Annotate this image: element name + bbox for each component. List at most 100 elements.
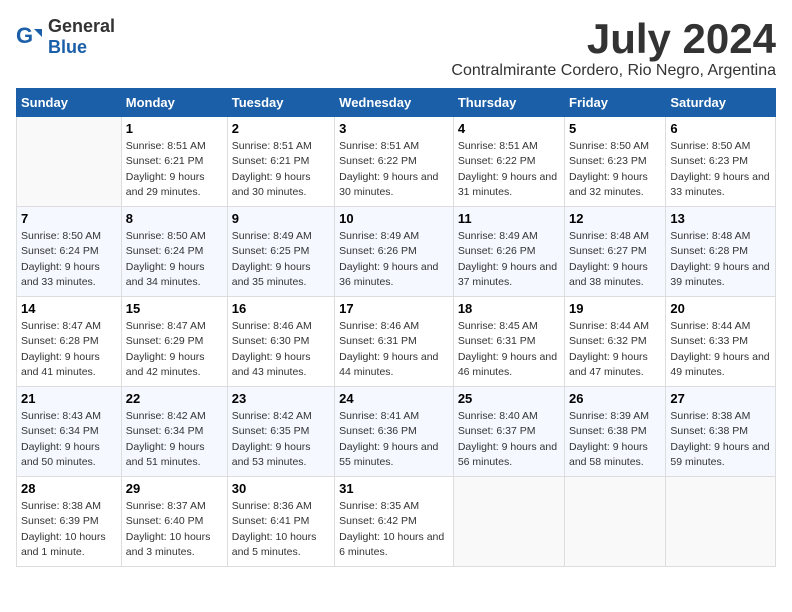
day-number: 14 [21, 301, 117, 316]
day-info: Sunrise: 8:50 AMSunset: 6:24 PMDaylight:… [21, 229, 117, 290]
day-number: 1 [126, 121, 223, 136]
day-info: Sunrise: 8:44 AMSunset: 6:33 PMDaylight:… [670, 319, 771, 380]
day-info: Sunrise: 8:37 AMSunset: 6:40 PMDaylight:… [126, 499, 223, 560]
title-area: July 2024 Contralmirante Cordero, Rio Ne… [451, 16, 776, 80]
logo-icon: G [16, 23, 44, 51]
day-info: Sunrise: 8:48 AMSunset: 6:27 PMDaylight:… [569, 229, 661, 290]
calendar-cell: 13Sunrise: 8:48 AMSunset: 6:28 PMDayligh… [666, 207, 776, 297]
day-info: Sunrise: 8:42 AMSunset: 6:35 PMDaylight:… [232, 409, 330, 470]
calendar-cell: 31Sunrise: 8:35 AMSunset: 6:42 PMDayligh… [335, 477, 454, 567]
calendar-cell: 12Sunrise: 8:48 AMSunset: 6:27 PMDayligh… [565, 207, 666, 297]
day-info: Sunrise: 8:47 AMSunset: 6:28 PMDaylight:… [21, 319, 117, 380]
day-number: 21 [21, 391, 117, 406]
calendar-cell: 19 Sunrise: 8:44 AMSunset: 6:32 PMDayligh… [565, 297, 666, 387]
calendar-cell: 16Sunrise: 8:46 AMSunset: 6:30 PMDayligh… [227, 297, 334, 387]
day-info: Sunrise: 8:46 AMSunset: 6:31 PMDaylight:… [339, 319, 449, 380]
calendar-table: SundayMondayTuesdayWednesdayThursdayFrid… [16, 88, 776, 567]
day-number: 29 [126, 481, 223, 496]
day-number: 25 [458, 391, 560, 406]
logo-blue: Blue [48, 37, 87, 57]
day-number: 31 [339, 481, 449, 496]
day-info: Sunrise: 8:47 AMSunset: 6:29 PMDaylight:… [126, 319, 223, 380]
calendar-cell: 2 Sunrise: 8:51 AMSunset: 6:21 PMDaylight… [227, 117, 334, 207]
day-info: Sunrise: 8:51 AMSunset: 6:21 PMDaylight:… [126, 139, 223, 200]
day-info: Sunrise: 8:36 AMSunset: 6:41 PMDaylight:… [232, 499, 330, 560]
day-number: 2 [232, 121, 330, 136]
calendar-cell: 25 Sunrise: 8:40 AMSunset: 6:37 PMDayligh… [453, 387, 564, 477]
calendar-cell: 18Sunrise: 8:45 AMSunset: 6:31 PMDayligh… [453, 297, 564, 387]
calendar-cell: 5 Sunrise: 8:50 AMSunset: 6:23 PMDaylight… [565, 117, 666, 207]
weekday-header-monday: Monday [121, 89, 227, 117]
calendar-cell: 7 Sunrise: 8:50 AMSunset: 6:24 PMDaylight… [17, 207, 122, 297]
day-info: Sunrise: 8:38 AMSunset: 6:39 PMDaylight:… [21, 499, 117, 560]
day-number: 19 [569, 301, 661, 316]
day-number: 11 [458, 211, 560, 226]
calendar-cell: 14 Sunrise: 8:47 AMSunset: 6:28 PMDayligh… [17, 297, 122, 387]
day-number: 7 [21, 211, 117, 226]
calendar-cell: 4 Sunrise: 8:51 AMSunset: 6:22 PMDaylight… [453, 117, 564, 207]
calendar-cell: 15 Sunrise: 8:47 AMSunset: 6:29 PMDayligh… [121, 297, 227, 387]
day-info: Sunrise: 8:44 AMSunset: 6:32 PMDaylight:… [569, 319, 661, 380]
logo: G General Blue [16, 16, 115, 58]
calendar-cell: 26 Sunrise: 8:39 AMSunset: 6:38 PMDayligh… [565, 387, 666, 477]
day-info: Sunrise: 8:48 AMSunset: 6:28 PMDaylight:… [670, 229, 771, 290]
day-number: 4 [458, 121, 560, 136]
calendar-cell: 28 Sunrise: 8:38 AMSunset: 6:39 PMDayligh… [17, 477, 122, 567]
day-info: Sunrise: 8:46 AMSunset: 6:30 PMDaylight:… [232, 319, 330, 380]
calendar-cell: 22Sunrise: 8:42 AMSunset: 6:34 PMDayligh… [121, 387, 227, 477]
calendar-cell: 9 Sunrise: 8:49 AMSunset: 6:25 PMDaylight… [227, 207, 334, 297]
day-number: 3 [339, 121, 449, 136]
calendar-cell: 29 Sunrise: 8:37 AMSunset: 6:40 PMDayligh… [121, 477, 227, 567]
calendar-cell: 6Sunrise: 8:50 AMSunset: 6:23 PMDaylight… [666, 117, 776, 207]
day-info: Sunrise: 8:49 AMSunset: 6:26 PMDaylight:… [339, 229, 449, 290]
day-info: Sunrise: 8:50 AMSunset: 6:24 PMDaylight:… [126, 229, 223, 290]
calendar-cell: 30 Sunrise: 8:36 AMSunset: 6:41 PMDayligh… [227, 477, 334, 567]
day-info: Sunrise: 8:39 AMSunset: 6:38 PMDaylight:… [569, 409, 661, 470]
calendar-cell: 10 Sunrise: 8:49 AMSunset: 6:26 PMDayligh… [335, 207, 454, 297]
day-number: 9 [232, 211, 330, 226]
weekday-header-tuesday: Tuesday [227, 89, 334, 117]
day-info: Sunrise: 8:40 AMSunset: 6:37 PMDaylight:… [458, 409, 560, 470]
day-info: Sunrise: 8:43 AMSunset: 6:34 PMDaylight:… [21, 409, 117, 470]
calendar-cell: 23Sunrise: 8:42 AMSunset: 6:35 PMDayligh… [227, 387, 334, 477]
calendar-cell [666, 477, 776, 567]
month-title: July 2024 [451, 16, 776, 62]
day-info: Sunrise: 8:49 AMSunset: 6:26 PMDaylight:… [458, 229, 560, 290]
day-info: Sunrise: 8:51 AMSunset: 6:21 PMDaylight:… [232, 139, 330, 200]
svg-text:G: G [16, 23, 33, 48]
weekday-header-wednesday: Wednesday [335, 89, 454, 117]
calendar-cell: 3 Sunrise: 8:51 AMSunset: 6:22 PMDaylight… [335, 117, 454, 207]
day-info: Sunrise: 8:51 AMSunset: 6:22 PMDaylight:… [458, 139, 560, 200]
day-number: 27 [670, 391, 771, 406]
day-info: Sunrise: 8:41 AMSunset: 6:36 PMDaylight:… [339, 409, 449, 470]
day-info: Sunrise: 8:49 AMSunset: 6:25 PMDaylight:… [232, 229, 330, 290]
day-number: 15 [126, 301, 223, 316]
calendar-cell [453, 477, 564, 567]
calendar-cell: 1 Sunrise: 8:51 AMSunset: 6:21 PMDaylight… [121, 117, 227, 207]
day-number: 5 [569, 121, 661, 136]
day-info: Sunrise: 8:51 AMSunset: 6:22 PMDaylight:… [339, 139, 449, 200]
day-number: 6 [670, 121, 771, 136]
subtitle: Contralmirante Cordero, Rio Negro, Argen… [451, 62, 776, 80]
weekday-header-saturday: Saturday [666, 89, 776, 117]
calendar-cell [17, 117, 122, 207]
day-number: 20 [670, 301, 771, 316]
calendar-cell: 20 Sunrise: 8:44 AMSunset: 6:33 PMDayligh… [666, 297, 776, 387]
day-info: Sunrise: 8:45 AMSunset: 6:31 PMDaylight:… [458, 319, 560, 380]
day-number: 22 [126, 391, 223, 406]
day-number: 28 [21, 481, 117, 496]
logo-general: General [48, 16, 115, 36]
calendar-cell: 8 Sunrise: 8:50 AMSunset: 6:24 PMDaylight… [121, 207, 227, 297]
day-number: 24 [339, 391, 449, 406]
weekday-header-sunday: Sunday [17, 89, 122, 117]
day-number: 10 [339, 211, 449, 226]
calendar-cell: 21 Sunrise: 8:43 AMSunset: 6:34 PMDayligh… [17, 387, 122, 477]
day-info: Sunrise: 8:50 AMSunset: 6:23 PMDaylight:… [569, 139, 661, 200]
day-number: 30 [232, 481, 330, 496]
day-number: 17 [339, 301, 449, 316]
day-number: 8 [126, 211, 223, 226]
calendar-cell [565, 477, 666, 567]
day-info: Sunrise: 8:38 AMSunset: 6:38 PMDaylight:… [670, 409, 771, 470]
day-number: 26 [569, 391, 661, 406]
calendar-cell: 17 Sunrise: 8:46 AMSunset: 6:31 PMDayligh… [335, 297, 454, 387]
